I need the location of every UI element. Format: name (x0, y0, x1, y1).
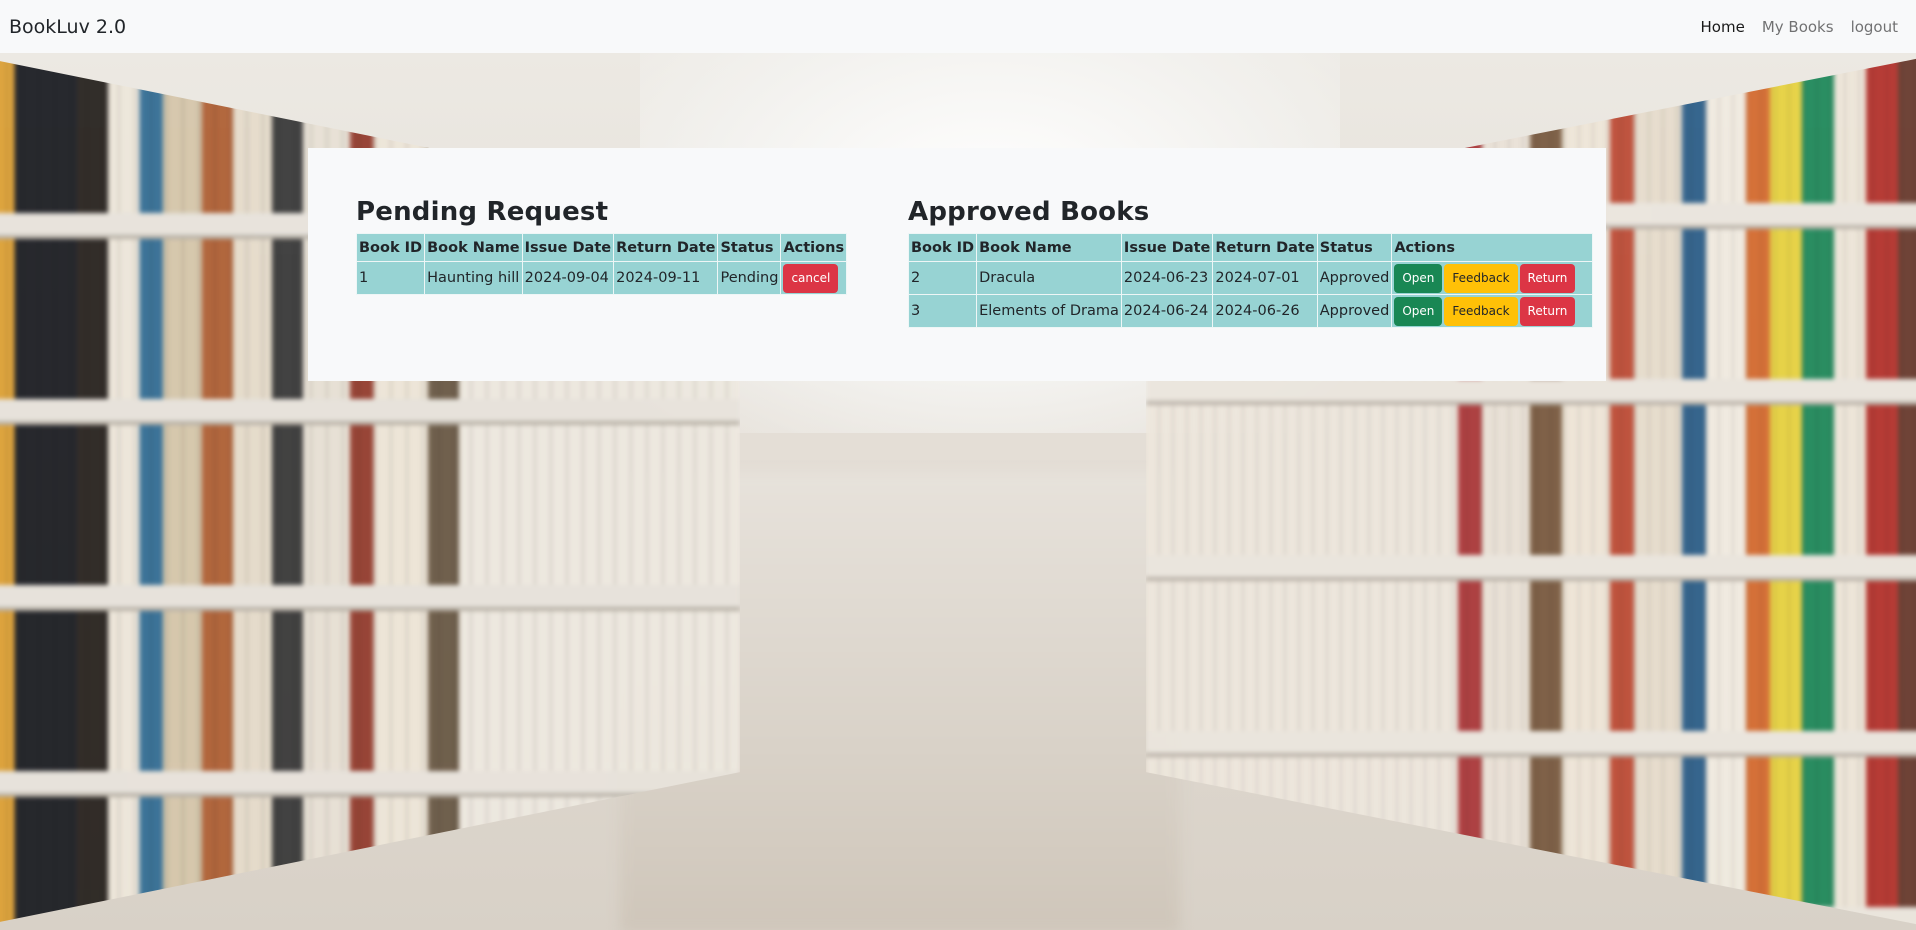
column-header: Book Name (976, 233, 1122, 262)
issue-date-cell: 2024-06-24 (1120, 294, 1214, 328)
column-header: Actions (1391, 233, 1594, 262)
column-header: Status (1316, 233, 1393, 262)
actions-cell: Open Feedback Return (1391, 261, 1594, 295)
feedback-button[interactable]: Feedback (1444, 296, 1518, 326)
actions-cell: cancel (780, 261, 848, 295)
return-date-cell: 2024-09-11 (613, 261, 719, 295)
status-cell: Approved (1316, 261, 1393, 295)
column-header: Book ID (907, 233, 978, 262)
pending-table: Book ID Book Name Issue Date Return Date… (355, 233, 848, 295)
pending-title: Pending Request (356, 197, 609, 227)
column-header: Issue Date (1120, 233, 1214, 262)
column-header: Return Date (613, 233, 719, 262)
book-id-cell: 2 (907, 261, 978, 295)
return-date-cell: 2024-07-01 (1212, 261, 1318, 295)
status-cell: Approved (1316, 294, 1393, 328)
table-header-row: Book ID Book Name Issue Date Return Date… (907, 233, 1594, 262)
nav-home-link[interactable]: Home (1701, 18, 1745, 36)
open-button[interactable]: Open (1394, 296, 1443, 326)
approved-table: Book ID Book Name Issue Date Return Date… (907, 233, 1594, 328)
book-id-cell: 1 (355, 261, 426, 295)
status-cell: Pending (717, 261, 782, 295)
cancel-button[interactable]: cancel (783, 263, 839, 293)
nav-links: Home My Books logout (1684, 18, 1898, 36)
feedback-button[interactable]: Feedback (1444, 263, 1518, 293)
column-header: Book Name (424, 233, 523, 262)
open-button[interactable]: Open (1394, 263, 1443, 293)
brand-title[interactable]: BookLuv 2.0 (9, 16, 126, 38)
table-row: 2 Dracula 2024-06-23 2024-07-01 Approved… (907, 261, 1594, 295)
book-id-cell: 3 (907, 294, 978, 328)
return-date-cell: 2024-06-26 (1212, 294, 1318, 328)
book-name-cell: Elements of Drama (976, 294, 1122, 328)
column-header: Status (717, 233, 782, 262)
approved-title: Approved Books (908, 197, 1150, 227)
column-header: Return Date (1212, 233, 1318, 262)
table-row: 3 Elements of Drama 2024-06-24 2024-06-2… (907, 294, 1594, 328)
nav-logout-link[interactable]: logout (1851, 18, 1898, 36)
issue-date-cell: 2024-06-23 (1120, 261, 1214, 295)
nav-my-books-link[interactable]: My Books (1762, 18, 1834, 36)
approved-section: Approved Books Book ID Book Name Issue D… (907, 195, 1594, 328)
column-header: Book ID (355, 233, 426, 262)
issue-date-cell: 2024-09-04 (521, 261, 615, 295)
table-header-row: Book ID Book Name Issue Date Return Date… (355, 233, 848, 262)
return-button[interactable]: Return (1519, 296, 1576, 326)
column-header: Actions (780, 233, 848, 262)
books-card: Pending Request Book ID Book Name Issue … (308, 148, 1606, 381)
actions-cell: Open Feedback Return (1391, 294, 1594, 328)
book-name-cell: Dracula (976, 261, 1122, 295)
return-button[interactable]: Return (1519, 263, 1576, 293)
pending-section: Pending Request Book ID Book Name Issue … (355, 195, 848, 295)
book-name-cell: Haunting hill (424, 261, 523, 295)
table-row: 1 Haunting hill 2024-09-04 2024-09-11 Pe… (355, 261, 848, 295)
column-header: Issue Date (521, 233, 615, 262)
navbar: BookLuv 2.0 Home My Books logout (0, 0, 1916, 53)
